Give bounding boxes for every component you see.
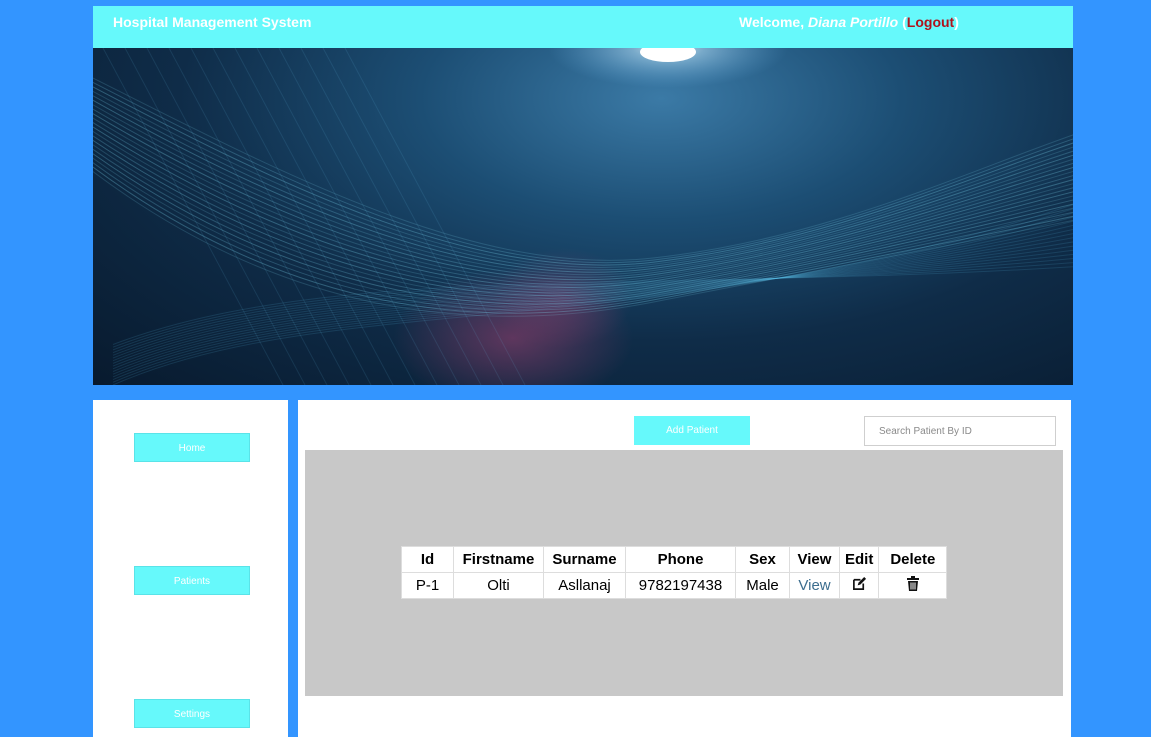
cell-phone: 9782197438 [625, 572, 736, 599]
user-name: Diana Portillo [808, 14, 899, 30]
logout-paren-close: ) [954, 14, 959, 30]
cell-surname: Asllanaj [543, 572, 626, 599]
column-header-surname: Surname [543, 546, 626, 573]
cell-firstname: Olti [453, 572, 544, 599]
search-patient-input[interactable] [864, 416, 1056, 446]
column-header-id: Id [401, 546, 454, 573]
page: Hospital Management System Welcome, Dian… [0, 0, 1151, 737]
column-header-view: View [789, 546, 840, 573]
column-header-sex: Sex [735, 546, 790, 573]
edit-icon[interactable] [852, 576, 867, 595]
column-header-delete: Delete [878, 546, 948, 573]
cell-delete [878, 572, 948, 599]
cell-view: View [789, 572, 840, 599]
patients-table: Id Firstname Surname Phone Sex View Edit… [401, 546, 948, 599]
logout-link[interactable]: Logout [907, 14, 954, 30]
welcome-message: Welcome, Diana Portillo (Logout) [739, 14, 959, 30]
column-header-phone: Phone [625, 546, 736, 573]
cell-id: P-1 [401, 572, 454, 599]
trash-icon[interactable] [906, 576, 919, 595]
sidebar-item-patients[interactable]: Patients [134, 566, 250, 595]
cell-sex: Male [735, 572, 790, 599]
table-row: P-1 Olti Asllanaj 9782197438 Male View [401, 572, 948, 599]
welcome-prefix: Welcome, [739, 14, 808, 30]
main-content: Add Patient Id Firstname Surname Phone S… [298, 400, 1071, 737]
header-bar: Hospital Management System Welcome, Dian… [93, 6, 1073, 48]
cell-edit [838, 572, 880, 599]
patients-panel: Id Firstname Surname Phone Sex View Edit… [305, 450, 1063, 696]
app-title: Hospital Management System [113, 14, 312, 30]
banner-waves [93, 48, 1073, 385]
column-header-edit: Edit [838, 546, 880, 573]
table-header-row: Id Firstname Surname Phone Sex View Edit… [401, 546, 948, 573]
sidebar-item-settings[interactable]: Settings [134, 699, 250, 728]
column-header-firstname: Firstname [453, 546, 544, 573]
view-link[interactable]: View [798, 577, 830, 594]
sidebar: Home Patients Settings [93, 400, 288, 737]
sidebar-item-home[interactable]: Home [134, 433, 250, 462]
add-patient-button[interactable]: Add Patient [634, 416, 750, 445]
header-banner-image [93, 48, 1073, 385]
